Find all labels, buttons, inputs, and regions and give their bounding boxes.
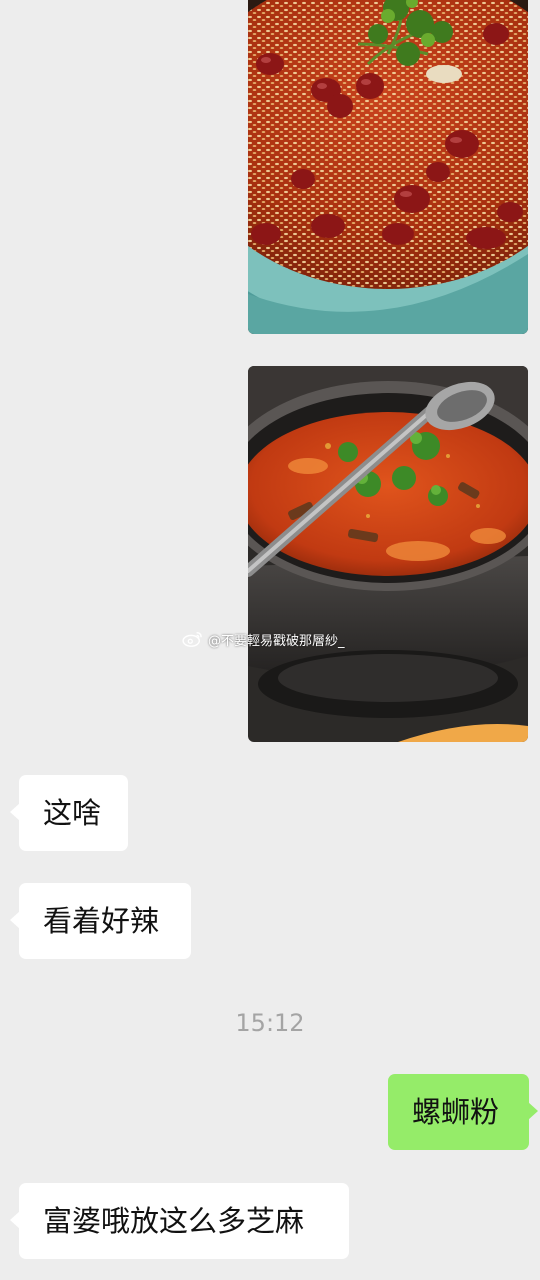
watermark-text: @不要輕易戳破那層紗_ (208, 633, 345, 649)
message-bubble-received[interactable]: 富婆哦放这么多芝麻 (10, 1183, 349, 1259)
weibo-logo-icon (182, 631, 202, 647)
photo-message-spicy-dish[interactable] (248, 0, 528, 334)
spicy-dish-image (248, 0, 528, 334)
message-timestamp: 15:12 (235, 1009, 305, 1037)
photo-message-spicy-hotpot[interactable] (248, 366, 528, 742)
message-bubble-received[interactable]: 这啥 (10, 775, 128, 851)
watermark: @不要輕易戳破那層紗_ (182, 629, 345, 649)
message-bubble-received[interactable]: 看着好辣 (10, 883, 191, 959)
spicy-hotpot-image (248, 366, 528, 742)
message-bubble-sent[interactable]: 螺蛳粉 (388, 1074, 538, 1150)
chat-window: @不要輕易戳破那層紗_ 这啥 看着好辣 15:12 螺蛳粉 富婆哦放这么多芝麻 (0, 0, 540, 1280)
